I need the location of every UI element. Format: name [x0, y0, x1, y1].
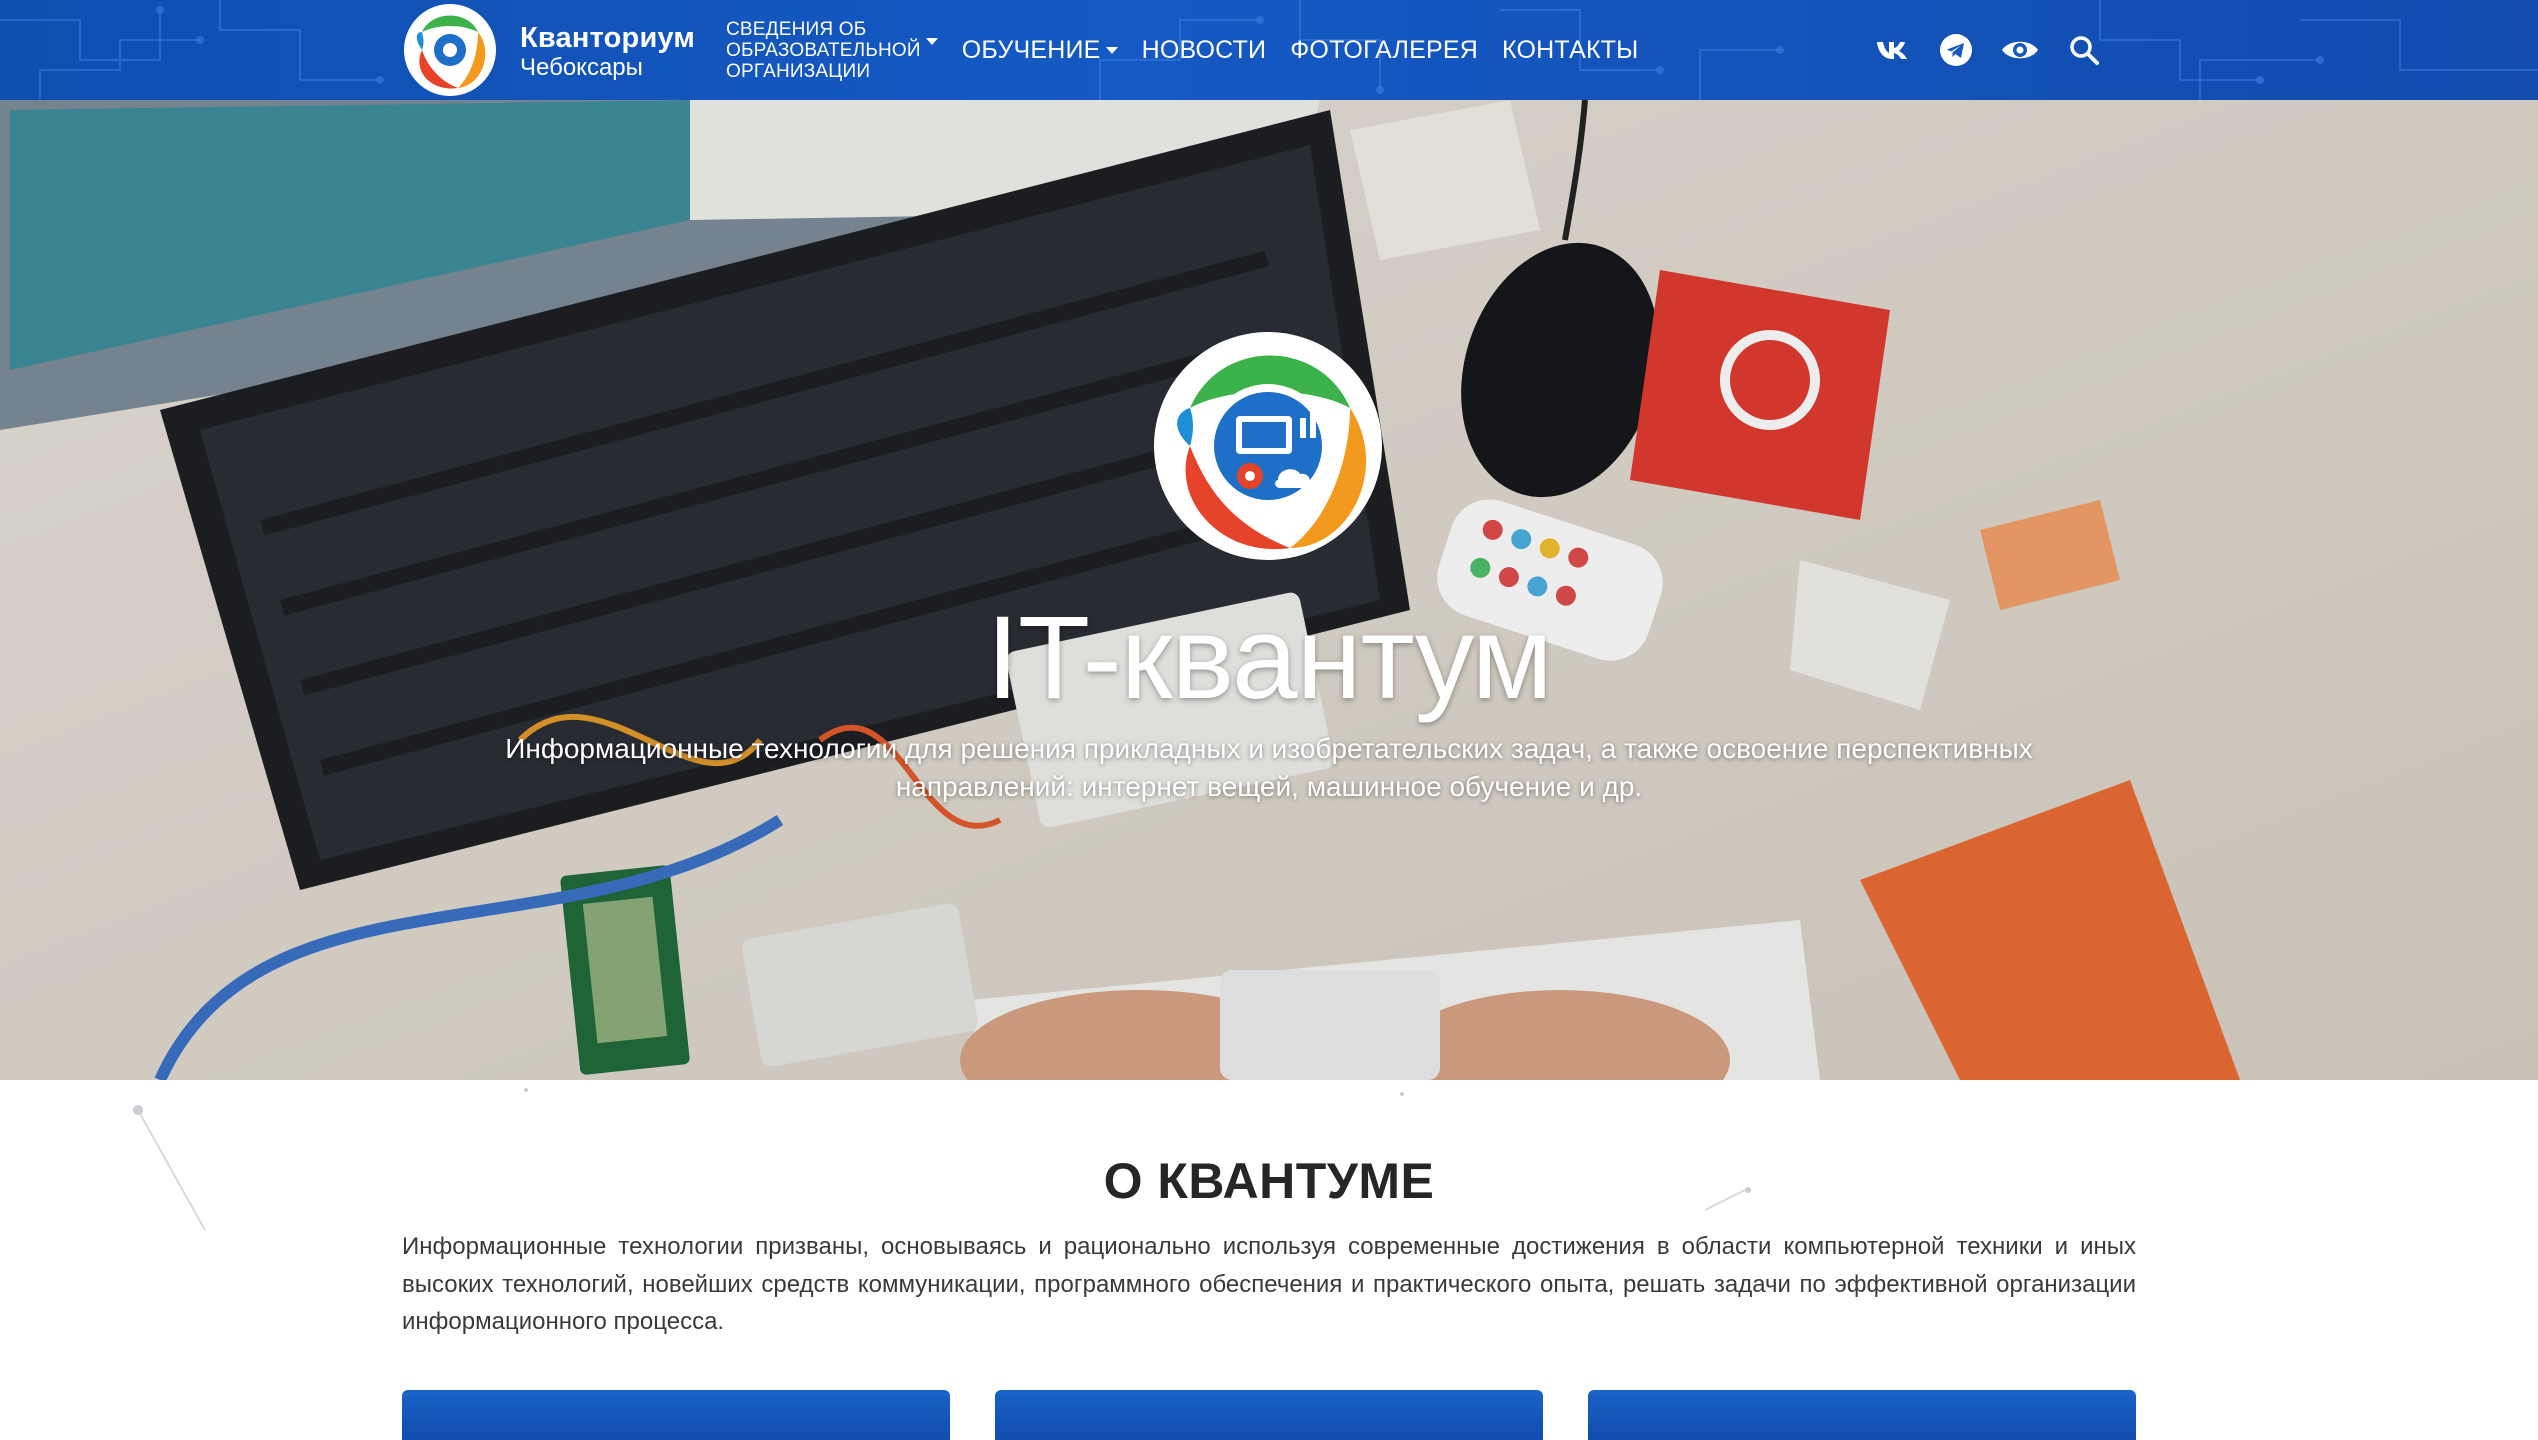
about-text: Информационные технологии призваны, осно…	[402, 1233, 2136, 1335]
feature-card-2[interactable]	[995, 1390, 1543, 1440]
it-quantum-logo	[1154, 332, 1382, 560]
nav-item-svedeniya-line-1: СВЕДЕНИЯ ОБ	[726, 18, 867, 40]
chevron-down-icon	[925, 37, 938, 45]
kvantorium-logo[interactable]	[402, 2, 498, 98]
brand-city: Чебоксары	[520, 54, 643, 81]
nav-item-obuchenie-label: ОБУЧЕНИЕ	[961, 35, 1101, 64]
about-title: О КВАНТУМЕ	[1103, 1153, 1435, 1209]
feature-card-3[interactable]	[1588, 1390, 2136, 1440]
feature-cards	[402, 1390, 2136, 1440]
nav-item-kontakty-label: КОНТАКТЫ	[1502, 35, 1639, 64]
nav-item-fotogalereya-label: ФОТОГАЛЕРЕЯ	[1290, 35, 1479, 64]
brand[interactable]: Кванториум Чебоксары	[520, 22, 695, 82]
nav-item-svedeniya-line-3: ОРГАНИЗАЦИИ	[726, 60, 871, 82]
hero-banner: IT-квантум Информационные технологии для…	[0, 100, 2538, 1080]
nav-item-obuchenie[interactable]: ОБУЧЕНИЕ	[962, 36, 1118, 65]
nav-item-novosti[interactable]: НОВОСТИ	[1142, 36, 1267, 65]
eye-icon[interactable]	[1998, 28, 2042, 72]
nav-item-novosti-label: НОВОСТИ	[1141, 35, 1267, 64]
vk-icon[interactable]	[1870, 28, 1914, 72]
nav-item-svedeniya[interactable]: СВЕДЕНИЯ ОБ ОБРАЗОВАТЕЛЬНОЙ ОРГАНИЗАЦИИ	[726, 19, 938, 82]
brand-name: Кванториум	[520, 22, 696, 54]
hero-subtitle: Информационные технологии для решения пр…	[505, 733, 2033, 802]
telegram-icon[interactable]	[1934, 28, 1978, 72]
nav-item-svedeniya-line-2: ОБРАЗОВАТЕЛЬНОЙ	[726, 39, 921, 61]
header-icons	[1870, 28, 2126, 72]
site-header: Кванториум Чебоксары СВЕДЕНИЯ ОБ ОБРАЗОВ…	[0, 0, 2538, 100]
search-icon[interactable]	[2062, 28, 2106, 72]
main-nav: СВЕДЕНИЯ ОБ ОБРАЗОВАТЕЛЬНОЙ ОРГАНИЗАЦИИ …	[726, 0, 1663, 100]
chevron-down-icon	[1105, 46, 1118, 54]
nav-item-fotogalereya[interactable]: ФОТОГАЛЕРЕЯ	[1290, 36, 1478, 65]
hero-title: IT-квантум	[986, 592, 1553, 724]
nav-item-kontakty[interactable]: КОНТАКТЫ	[1502, 36, 1638, 65]
feature-card-1[interactable]	[402, 1390, 950, 1440]
